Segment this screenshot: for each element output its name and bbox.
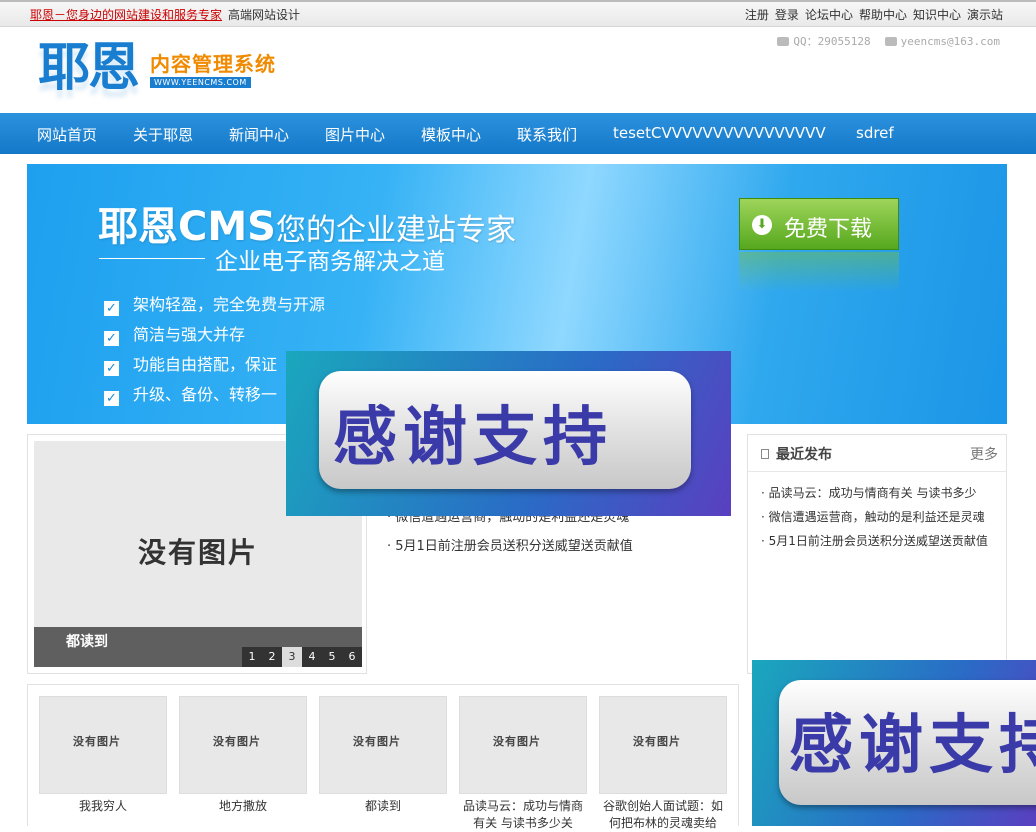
banner-subtitle: 企业电子商务解决之道 <box>215 249 445 275</box>
no-image-placeholder: 没有图片 <box>138 536 259 569</box>
nav-contact[interactable]: 联系我们 <box>517 124 577 145</box>
download-button-reflection <box>739 252 899 292</box>
latest-post-item[interactable]: · 5月1日前注册会员送积分送威望送贡献值 <box>761 532 988 549</box>
logo-url: WWW.YEENCMS.COM <box>150 77 251 88</box>
contact-info: QQ：29055128 yeencms@163.com <box>763 33 1000 49</box>
nav-home[interactable]: 网站首页 <box>37 124 97 145</box>
register-link[interactable]: 注册 <box>745 8 769 22</box>
thanks-overlay-ad[interactable]: 感谢支持 <box>286 351 731 516</box>
knowledge-link[interactable]: 知识中心 <box>913 8 961 22</box>
checkbox-icon: ✓ <box>104 301 119 316</box>
slide-page-3[interactable]: 3 <box>282 647 302 667</box>
latest-posts-title: 最近发布 <box>776 447 832 463</box>
slide-page-6[interactable]: 6 <box>342 647 362 667</box>
mail-icon <box>884 37 897 46</box>
slide-page-2[interactable]: 2 <box>262 647 282 667</box>
slide-page-1[interactable]: 1 <box>242 647 262 667</box>
demo-link[interactable]: 演示站 <box>967 8 1003 22</box>
latest-post-item[interactable]: · 品读马云：成功与情商有关 与读书多少 <box>761 484 976 501</box>
banner-feature: ✓ 架构轻盈，完全免费与开源 <box>104 291 325 316</box>
top-bar-left: 耶恩－您身边的网站建设和服务专家 高端网站设计 <box>30 6 300 23</box>
slide-pager: 1 2 3 4 5 6 <box>242 647 362 667</box>
no-image-placeholder: 没有图片 <box>633 735 681 748</box>
site-logo[interactable]: 耶恩 内容管理系统 WWW.YEENCMS.COM <box>38 38 288 108</box>
main-nav: 网站首页 关于耶恩 新闻中心 图片中心 模板中心 联系我们 tesetCVVVV… <box>0 113 1036 154</box>
help-link[interactable]: 帮助中心 <box>859 8 907 22</box>
nav-templates[interactable]: 模板中心 <box>421 124 481 145</box>
banner-feature-text: 升级、备份、转移一 <box>133 385 278 404</box>
product-label[interactable]: 谷歌创始人面试题：如何把布林的灵魂卖给 <box>599 798 727 832</box>
product-thumbnail[interactable]: 没有图片 <box>599 696 727 794</box>
thanks-overlay-text: 感谢支持 <box>333 401 613 475</box>
nav-about[interactable]: 关于耶恩 <box>133 124 193 145</box>
product-label[interactable]: 品读马云：成功与情商有关 与读书多少关 <box>459 798 587 832</box>
banner-feature: ✓ 简洁与强大并存 <box>104 321 245 346</box>
banner-feature: ✓ 功能自由搭配，保证 <box>104 351 277 376</box>
more-link[interactable]: 更多 <box>970 444 998 464</box>
document-icon <box>761 449 769 459</box>
nav-news[interactable]: 新闻中心 <box>229 124 289 145</box>
banner-feature-text: 简洁与强大并存 <box>133 325 246 344</box>
product-card[interactable]: 没有图片 地方撒放 <box>179 696 307 832</box>
logo-subtitle: 内容管理系统 <box>150 52 276 76</box>
slogan-link[interactable]: 耶恩－您身边的网站建设和服务专家 <box>30 8 222 22</box>
banner-divider <box>99 258 205 259</box>
latest-posts-panel: 最近发布 更多 · 品读马云：成功与情商有关 与读书多少 · 微信遭遇运营商，触… <box>747 434 1007 674</box>
slide-page-4[interactable]: 4 <box>302 647 322 667</box>
product-card[interactable]: 没有图片 都读到 <box>319 696 447 832</box>
top-links: 注册 登录 论坛中心 帮助中心 知识中心 演示站 <box>739 6 1003 23</box>
product-label[interactable]: 地方撒放 <box>179 798 307 832</box>
latest-post-text: 5月1日前注册会员送积分送威望送贡献值 <box>768 534 988 548</box>
download-label: 免费下载 <box>784 217 873 242</box>
no-image-placeholder: 没有图片 <box>213 735 261 748</box>
download-icon: ⬇ <box>752 215 772 235</box>
product-card[interactable]: 没有图片 我我穷人 <box>39 696 167 832</box>
latest-post-item[interactable]: · 微信遭遇运营商，触动的是利益还是灵魂 <box>761 508 985 525</box>
login-link[interactable]: 登录 <box>775 8 799 22</box>
no-image-placeholder: 没有图片 <box>353 735 401 748</box>
banner-feature-text: 功能自由搭配，保证 <box>133 355 278 374</box>
product-card[interactable]: 没有图片 品读马云：成功与情商有关 与读书多少关 <box>459 696 587 832</box>
no-image-placeholder: 没有图片 <box>493 735 541 748</box>
product-label[interactable]: 都读到 <box>319 798 447 832</box>
phone-icon <box>777 37 790 46</box>
free-download-button[interactable]: ⬇ 免费下载 <box>739 198 899 250</box>
thanks-overlay-text: 感谢支持 <box>789 709 1036 783</box>
thanks-overlay-ad-2[interactable]: 感谢支持 <box>752 660 1036 826</box>
slide-caption[interactable]: 都读到 <box>66 631 108 651</box>
product-thumbnail[interactable]: 没有图片 <box>179 696 307 794</box>
checkbox-icon: ✓ <box>104 361 119 376</box>
latest-post-text: 品读马云：成功与情商有关 与读书多少 <box>768 486 977 500</box>
news-item[interactable]: · 5月1日前注册会员送积分送威望送贡献值 <box>387 535 633 554</box>
product-thumbnail[interactable]: 没有图片 <box>39 696 167 794</box>
nav-sdref[interactable]: sdref <box>856 124 894 142</box>
forum-link[interactable]: 论坛中心 <box>805 8 853 22</box>
product-label[interactable]: 我我穷人 <box>39 798 167 832</box>
product-thumbnail[interactable]: 没有图片 <box>319 696 447 794</box>
no-image-placeholder: 没有图片 <box>73 735 121 748</box>
slide-caption-bar: 都读到 1 2 3 4 5 6 <box>34 627 362 667</box>
news-item-text: 5月1日前注册会员送积分送威望送贡献值 <box>395 539 633 554</box>
email-address: yeencms@163.com <box>900 35 1000 48</box>
product-card[interactable]: 没有图片 谷歌创始人面试题：如何把布林的灵魂卖给 <box>599 696 727 832</box>
slide-page-5[interactable]: 5 <box>322 647 342 667</box>
product-row: 没有图片 我我穷人 没有图片 地方撒放 没有图片 都读到 没有图片 品读马云：成… <box>27 684 739 830</box>
checkbox-icon: ✓ <box>104 331 119 346</box>
checkbox-icon: ✓ <box>104 391 119 406</box>
banner-feature-text: 架构轻盈，完全免费与开源 <box>133 295 326 314</box>
latest-post-text: 微信遭遇运营商，触动的是利益还是灵魂 <box>768 510 985 524</box>
latest-posts-header: 最近发布 更多 <box>748 435 1006 472</box>
top-bar: 耶恩－您身边的网站建设和服务专家 高端网站设计 注册 登录 论坛中心 帮助中心 知识中心演… <box>0 0 1036 27</box>
banner-feature: ✓ 升级、备份、转移一 <box>104 381 277 406</box>
product-thumbnail[interactable]: 没有图片 <box>459 696 587 794</box>
nav-teset[interactable]: tesetCVVVVVVVVVVVVVVVV <box>613 124 826 142</box>
qq-number: QQ：29055128 <box>793 35 871 48</box>
nav-images[interactable]: 图片中心 <box>325 124 385 145</box>
slogan-sub: 高端网站设计 <box>228 8 301 22</box>
logo-mark: 耶恩 <box>38 38 140 98</box>
